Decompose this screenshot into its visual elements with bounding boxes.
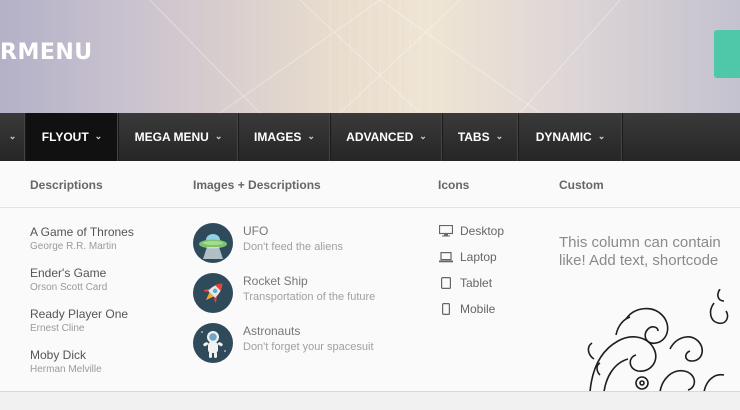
column-heading-descriptions[interactable]: Descriptions — [30, 178, 103, 192]
nav-item-label: FLYOUT — [41, 130, 89, 144]
column-heading-custom[interactable]: Custom — [559, 178, 604, 192]
feature-item-ufo[interactable]: UFO Don't feed the aliens — [193, 223, 343, 263]
nav-item-dynamic[interactable]: DYNAMIC ⌄ — [519, 113, 623, 161]
nav-item-label: DYNAMIC — [535, 130, 592, 144]
desktop-icon — [438, 224, 454, 238]
feature-title: UFO — [243, 224, 269, 238]
feature-description: Transportation of the future — [243, 291, 376, 303]
device-label: Mobile — [460, 302, 496, 316]
book-title: Ready Player One — [30, 307, 129, 321]
device-label: Tablet — [460, 276, 493, 290]
custom-content-text: This column can contain like! Add text, … — [559, 234, 740, 270]
chevron-down-icon: ⌄ — [8, 130, 17, 141]
book-title: Ender's Game — [30, 266, 107, 280]
feature-description: Don't forget your spacesuit — [243, 341, 374, 353]
chevron-down-icon: ⌄ — [307, 130, 315, 141]
chevron-down-icon: ⌄ — [597, 130, 606, 141]
nav-item-mega-menu[interactable]: MEGA MENU ⌄ — [119, 113, 239, 161]
column-divider — [0, 207, 740, 208]
laptop-icon — [438, 250, 454, 264]
nav-item-tabs[interactable]: TABS ⌄ — [443, 113, 519, 161]
cta-button[interactable] — [714, 30, 740, 78]
chevron-down-icon: ⌄ — [419, 130, 427, 141]
chevron-down-icon: ⌄ — [94, 130, 103, 141]
nav-item-label: IMAGES — [254, 130, 302, 144]
book-author: Herman Melville — [30, 364, 102, 375]
brand-logo-text[interactable]: RMENU — [0, 40, 93, 65]
custom-text-line: This column can contain — [559, 234, 721, 251]
nav-item-advanced[interactable]: ADVANCED ⌄ — [331, 113, 443, 161]
nav-item-previous[interactable]: ⌄ — [0, 113, 26, 161]
book-item[interactable]: Ender's Game Orson Scott Card — [30, 266, 107, 293]
device-label: Desktop — [460, 224, 505, 238]
book-author: Orson Scott Card — [30, 282, 108, 293]
device-item-mobile[interactable]: Mobile — [438, 302, 495, 316]
book-title: Moby Dick — [30, 348, 87, 362]
book-item[interactable]: Moby Dick Herman Melville — [30, 348, 102, 375]
ufo-icon — [193, 223, 233, 263]
book-author: Ernest Cline — [30, 323, 85, 334]
book-author: George R.R. Martin — [30, 241, 117, 252]
mega-menu-panel: Descriptions Images + Descriptions Icons… — [0, 161, 740, 392]
book-item[interactable]: Ready Player One Ernest Cline — [30, 307, 128, 334]
column-heading-icons[interactable]: Icons — [438, 178, 469, 192]
main-navbar: ⌄ FLYOUT ⌄ MEGA MENU ⌄ IMAGES ⌄ ADVANCED… — [0, 113, 740, 161]
feature-description: Don't feed the aliens — [243, 241, 343, 253]
book-title: A Game of Thrones — [30, 225, 134, 239]
device-label: Laptop — [460, 250, 497, 264]
device-item-laptop[interactable]: Laptop — [438, 250, 497, 264]
tablet-icon — [438, 276, 454, 290]
nav-item-flyout[interactable]: FLYOUT ⌄ — [26, 113, 119, 161]
nav-item-label: MEGA MENU — [134, 130, 209, 144]
rocket-icon — [193, 273, 233, 313]
nav-item-label: ADVANCED — [346, 130, 414, 144]
chevron-down-icon: ⌄ — [214, 130, 223, 141]
book-item[interactable]: A Game of Thrones George R.R. Martin — [30, 225, 134, 252]
hero-banner: RMENU — [0, 0, 740, 113]
mobile-icon — [438, 302, 454, 316]
device-item-desktop[interactable]: Desktop — [438, 224, 504, 238]
astronaut-icon — [193, 323, 233, 363]
nav-item-images[interactable]: IMAGES ⌄ — [239, 113, 331, 161]
decorative-doodle-image — [587, 289, 729, 391]
hero-background-pattern — [149, 0, 621, 113]
feature-title: Astronauts — [243, 324, 301, 338]
feature-title: Rocket Ship — [243, 274, 308, 288]
custom-text-line: like! Add text, shortcode — [559, 252, 719, 269]
nav-item-label: TABS — [457, 130, 490, 144]
feature-item-rocket[interactable]: Rocket Ship Transportation of the future — [193, 273, 375, 313]
device-item-tablet[interactable]: Tablet — [438, 276, 492, 290]
chevron-down-icon: ⌄ — [495, 130, 504, 141]
column-heading-images[interactable]: Images + Descriptions — [193, 178, 321, 192]
feature-item-astronaut[interactable]: Astronauts Don't forget your spacesuit — [193, 323, 374, 363]
